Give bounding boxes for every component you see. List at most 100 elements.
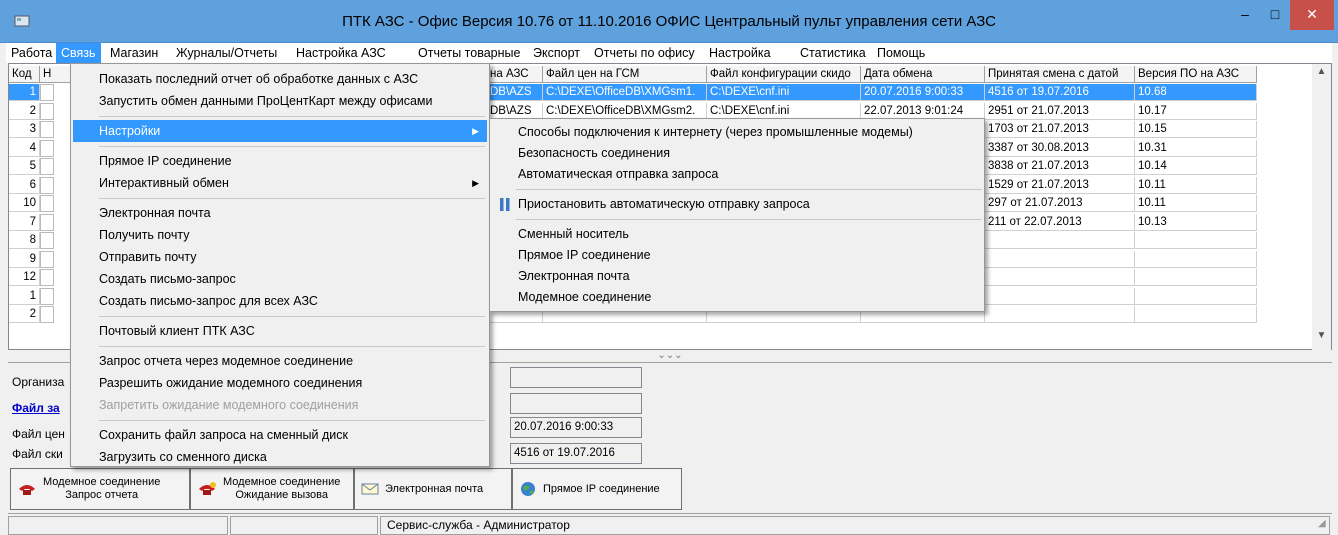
menu-item-modem-request[interactable]: Запрос отчета через модемное соединение <box>73 350 487 372</box>
grid-scrollbar[interactable] <box>1312 64 1331 350</box>
row-checkbox[interactable] <box>40 158 54 175</box>
menu-item-settings[interactable]: Настройки ▶ <box>73 120 487 142</box>
grid-cell-code[interactable]: 8 <box>9 232 40 249</box>
grid-cell-c2[interactable]: DB\AZS <box>487 102 543 120</box>
grid-cell-c6[interactable]: 3387 от 30.08.2013 <box>985 139 1135 157</box>
grid-cell-c6[interactable]: 3838 от 21.07.2013 <box>985 158 1135 175</box>
grid-cell-code[interactable]: 1 <box>9 287 40 305</box>
menu-otchety-tovarnye[interactable]: Отчеты товарные <box>413 43 525 63</box>
grid-cell-c7[interactable]: 10.14 <box>1135 158 1257 175</box>
grid-cell-c7[interactable]: 10.11 <box>1135 176 1257 194</box>
menu-rabota[interactable]: Работа <box>6 43 57 63</box>
grid-cell-c7[interactable] <box>1135 269 1257 286</box>
grid-cell-c6[interactable]: 297 от 21.07.2013 <box>985 195 1135 212</box>
grid-cell-code[interactable]: 1 <box>9 84 40 101</box>
menu-item-procentcard[interactable]: Запустить обмен данными ПроЦентКарт межд… <box>73 90 487 112</box>
col-header-code[interactable]: Код <box>9 66 40 83</box>
menu-item-interactive[interactable]: Интерактивный обмен ▶ <box>73 172 487 194</box>
grid-cell-c6[interactable] <box>985 269 1135 286</box>
grid-cell-c6[interactable]: 2951 от 21.07.2013 <box>985 102 1135 120</box>
grid-cell-c7[interactable]: 10.17 <box>1135 102 1257 120</box>
grid-cell-c3[interactable]: C:\DEXE\OfficeDB\XMGsm1. <box>543 84 707 101</box>
grid-cell-c7[interactable]: 10.31 <box>1135 139 1257 157</box>
grid-cell-c6[interactable]: 211 от 22.07.2013 <box>985 213 1135 231</box>
grid-cell-c7[interactable]: 10.13 <box>1135 213 1257 231</box>
grid-cell-c6[interactable]: 4516 от 19.07.2016 <box>985 84 1135 101</box>
menu-sviaz[interactable]: Связь <box>56 43 101 63</box>
submenu-pause-auto-send[interactable]: Приостановить автоматическую отправку за… <box>492 194 982 215</box>
col-header-discount-file[interactable]: Файл конфигурации скидо <box>707 66 861 83</box>
row-checkbox[interactable] <box>40 176 54 194</box>
menu-eksport[interactable]: Экспорт <box>528 43 585 63</box>
minimize-button[interactable]: – <box>1230 0 1260 30</box>
col-header-exchange-date[interactable]: Дата обмена <box>861 66 985 83</box>
grid-cell-code[interactable]: 4 <box>9 139 40 157</box>
menu-item-load-from-disk[interactable]: Загрузить со сменного диска <box>73 446 487 468</box>
grid-cell-c6[interactable]: 1703 от 21.07.2013 <box>985 121 1135 138</box>
menu-nastroika[interactable]: Настройка <box>704 43 776 63</box>
submenu-connection-security[interactable]: Безопасность соединения <box>492 143 982 164</box>
grid-cell-code[interactable]: 12 <box>9 269 40 286</box>
submenu-auto-send[interactable]: Автоматическая отправка запроса <box>492 164 982 185</box>
grid-cell-c7[interactable]: 10.11 <box>1135 195 1257 212</box>
menu-item-direct-ip[interactable]: Прямое IP соединение <box>73 150 487 172</box>
col-header-shift[interactable]: Принятая смена с датой <box>985 66 1135 83</box>
col-header-version[interactable]: Версия ПО на АЗС <box>1135 66 1257 83</box>
col-header-name[interactable]: Н <box>40 66 71 83</box>
grid-cell-c6[interactable] <box>985 287 1135 305</box>
scroll-down-icon[interactable]: ▼ <box>1312 330 1331 347</box>
modem-request-button[interactable]: Модемное соединение Запрос отчета <box>10 468 190 510</box>
grid-cell-code[interactable]: 7 <box>9 213 40 231</box>
menu-statistika[interactable]: Статистика <box>795 43 871 63</box>
menu-item-get-mail[interactable]: Получить почту <box>73 224 487 246</box>
submenu-email[interactable]: Электронная почта <box>492 266 982 287</box>
row-checkbox[interactable] <box>40 306 54 323</box>
grid-cell-c7[interactable] <box>1135 287 1257 305</box>
col-header-azs[interactable]: на АЗС <box>487 66 543 83</box>
menu-item-allow-modem-wait[interactable]: Разрешить ожидание модемного соединения <box>73 372 487 394</box>
menu-otchety-ofis[interactable]: Отчеты по офису <box>589 43 700 63</box>
grid-cell-c3[interactable]: C:\DEXE\OfficeDB\XMGsm2. <box>543 102 707 120</box>
modem-wait-button[interactable]: Модемное соединение Ожидание вызова <box>190 468 354 510</box>
grid-cell-c2[interactable]: DB\AZS <box>487 84 543 101</box>
row-checkbox[interactable] <box>40 232 54 249</box>
row-checkbox[interactable] <box>40 250 54 268</box>
row-checkbox[interactable] <box>40 195 54 212</box>
row-checkbox[interactable] <box>40 287 54 305</box>
grid-cell-c6[interactable] <box>985 232 1135 249</box>
grid-cell-c5[interactable]: 22.07.2013 9:01:24 <box>861 102 985 120</box>
grid-cell-c7[interactable]: 10.68 <box>1135 84 1257 101</box>
menu-item-save-to-disk[interactable]: Сохранить файл запроса на сменный диск <box>73 424 487 446</box>
menu-zhurnaly[interactable]: Журналы/Отчеты <box>171 43 282 63</box>
direct-ip-button[interactable]: Прямое IP соединение <box>512 468 682 510</box>
grid-cell-c7[interactable] <box>1135 232 1257 249</box>
grid-cell-c4[interactable]: C:\DEXE\cnf.ini <box>707 102 861 120</box>
grid-cell-code[interactable]: 3 <box>9 121 40 138</box>
menu-item-last-report[interactable]: Показать последний отчет об обработке да… <box>73 68 487 90</box>
grid-cell-code[interactable]: 2 <box>9 306 40 323</box>
row-checkbox[interactable] <box>40 213 54 231</box>
row-checkbox[interactable] <box>40 102 54 120</box>
menu-magazin[interactable]: Магазин <box>105 43 163 63</box>
grid-cell-c7[interactable] <box>1135 306 1257 323</box>
menu-nastroika-azs[interactable]: Настройка АЗС <box>291 43 391 63</box>
col-header-price-file[interactable]: Файл цен на ГСМ <box>543 66 707 83</box>
menu-item-send-mail[interactable]: Отправить почту <box>73 246 487 268</box>
row-checkbox[interactable] <box>40 121 54 138</box>
grid-cell-c5[interactable]: 20.07.2016 9:00:33 <box>861 84 985 101</box>
close-button[interactable]: ✕ <box>1290 0 1334 30</box>
grid-cell-c6[interactable] <box>985 250 1135 268</box>
link-request-file[interactable]: Файл за <box>12 401 60 415</box>
grid-cell-c4[interactable]: C:\DEXE\cnf.ini <box>707 84 861 101</box>
row-checkbox[interactable] <box>40 84 54 101</box>
grid-cell-c6[interactable]: 1529 от 21.07.2013 <box>985 176 1135 194</box>
grid-cell-code[interactable]: 2 <box>9 102 40 120</box>
submenu-modem[interactable]: Модемное соединение <box>492 287 982 308</box>
resize-grip-icon[interactable]: ◢ <box>1318 518 1332 532</box>
row-checkbox[interactable] <box>40 269 54 286</box>
menu-item-create-request[interactable]: Создать письмо-запрос <box>73 268 487 290</box>
row-checkbox[interactable] <box>40 139 54 157</box>
scroll-up-icon[interactable]: ▲ <box>1312 66 1331 83</box>
grid-cell-code[interactable]: 10 <box>9 195 40 212</box>
maximize-button[interactable]: □ <box>1260 0 1290 30</box>
